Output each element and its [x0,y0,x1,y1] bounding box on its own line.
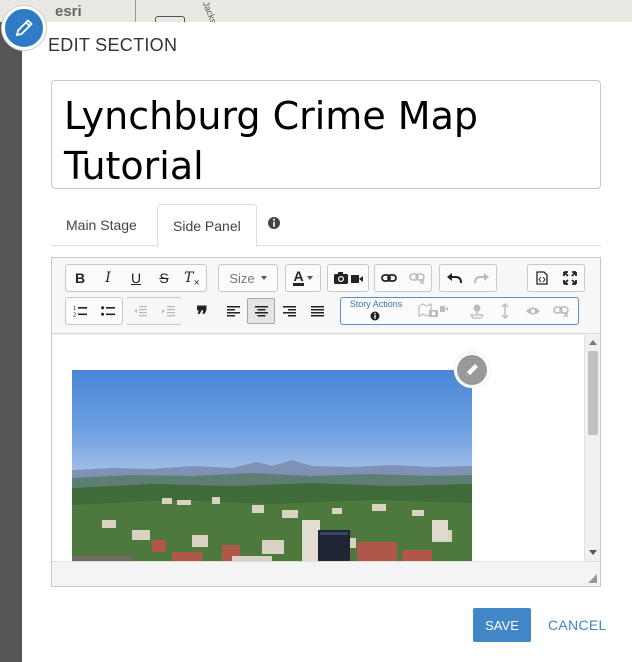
map-pin-icon [469,304,485,319]
font-size-label: Size [229,270,255,286]
image-edit-button[interactable] [454,352,490,388]
font-size-select[interactable]: Size [219,265,277,291]
svg-text:1: 1 [73,306,76,312]
align-center-button[interactable] [247,298,275,324]
clear-format-icon: T [183,270,194,286]
indent-button[interactable] [154,298,182,324]
editor-statusbar [52,561,600,586]
numbered-list-icon: 1 2 [73,306,87,318]
font-color-icon: A [293,268,304,286]
resize-handle-icon[interactable] [588,574,597,583]
svg-text:2: 2 [73,313,76,318]
info-icon[interactable] [267,216,281,230]
scroll-down-icon[interactable] [589,550,597,555]
map-camera-video-icon [418,303,448,317]
unlink-icon [553,306,569,317]
visibility-action-button[interactable] [519,298,547,324]
tab-side-panel[interactable]: Side Panel [157,204,257,247]
italic-button[interactable]: I [94,265,122,291]
background-overlay [0,22,22,662]
editor-toolbar: B I U S T × Size A 1 2 ❞ Story Actions [52,258,600,334]
camera-video-icon [334,272,363,284]
media-group [327,264,369,292]
bullet-list-icon [101,306,115,316]
locate-action-button[interactable] [463,298,491,324]
redo-button[interactable] [468,265,496,291]
link-button[interactable] [375,265,403,291]
chevron-down-icon [260,276,267,280]
insert-media-button[interactable] [328,265,368,291]
undo-button[interactable] [440,265,468,291]
align-right-icon [282,306,296,317]
story-actions-label: Story Actions [349,299,403,309]
align-left-icon [226,306,240,317]
section-title-input[interactable]: Lynchburg Crime Map Tutorial [51,80,601,189]
clear-format-button[interactable]: T × [178,265,206,291]
indent-group [126,297,182,325]
font-color-button[interactable]: A [286,265,320,291]
expand-icon [563,271,577,285]
cancel-button[interactable]: CANCEL [542,608,606,642]
size-group: Size [218,264,278,292]
document-code-icon [536,271,548,285]
align-left-button[interactable] [219,298,247,324]
rich-text-editor: B I U S T × Size A 1 2 ❞ Story Actions [51,257,601,587]
tab-main-stage[interactable]: Main Stage [51,204,152,246]
scroll-up-icon[interactable] [589,340,597,345]
eye-icon [526,307,540,315]
indent-icon [162,306,175,317]
esri-logo: esri [55,3,82,20]
scroll-thumb[interactable] [588,351,598,435]
blockquote-button[interactable]: ❞ [188,298,216,328]
bullet-list-button[interactable] [94,298,122,324]
color-group: A [285,264,321,292]
background-map: esri Jacks [0,0,632,26]
editor-scrollbar[interactable] [584,335,600,561]
clear-x-icon: × [193,277,201,287]
outdent-icon [134,306,147,317]
modal-title: EDIT SECTION [48,35,178,55]
justify-button[interactable] [303,298,331,324]
fullscreen-button[interactable] [556,265,584,291]
align-center-icon [254,306,268,317]
redo-icon [474,273,489,284]
info-icon[interactable] [370,311,380,321]
pencil-icon [466,364,478,376]
edit-section-badge [2,6,46,50]
undo-icon [447,273,462,284]
city-photo[interactable] [72,370,472,561]
story-actions-group: Story Actions [340,297,579,325]
underline-button[interactable]: U [122,265,150,291]
align-right-button[interactable] [275,298,303,324]
vertical-arrows-icon [501,303,509,319]
navigate-action-button[interactable] [491,298,519,324]
view-group [527,264,585,292]
source-button[interactable] [528,265,556,291]
city-photo-image [72,460,472,561]
strikethrough-button[interactable]: S [150,265,178,291]
link-group [374,264,432,292]
map-media-action-button[interactable] [413,298,453,324]
pencil-icon [15,19,33,37]
list-group: 1 2 [65,297,123,325]
format-group: B I U S T × [65,264,207,292]
unlink-icon [409,273,425,284]
align-group [219,297,331,325]
bold-button[interactable]: B [66,265,94,291]
save-button[interactable]: SAVE [473,608,531,642]
remove-action-button[interactable] [547,298,575,324]
panel-tabs: Main Stage Side Panel [51,204,601,247]
chevron-down-icon [306,276,313,280]
history-group [439,264,497,292]
quote-group: ❞ [188,297,216,328]
link-icon [381,274,397,282]
unlink-button[interactable] [403,265,431,291]
numbered-list-button[interactable]: 1 2 [66,298,94,324]
edit-section-modal: EDIT SECTION Lynchburg Crime Map Tutoria… [22,22,632,662]
align-justify-icon [310,306,324,317]
map-road [135,0,136,22]
outdent-button[interactable] [126,298,154,324]
editor-content[interactable] [52,335,584,561]
